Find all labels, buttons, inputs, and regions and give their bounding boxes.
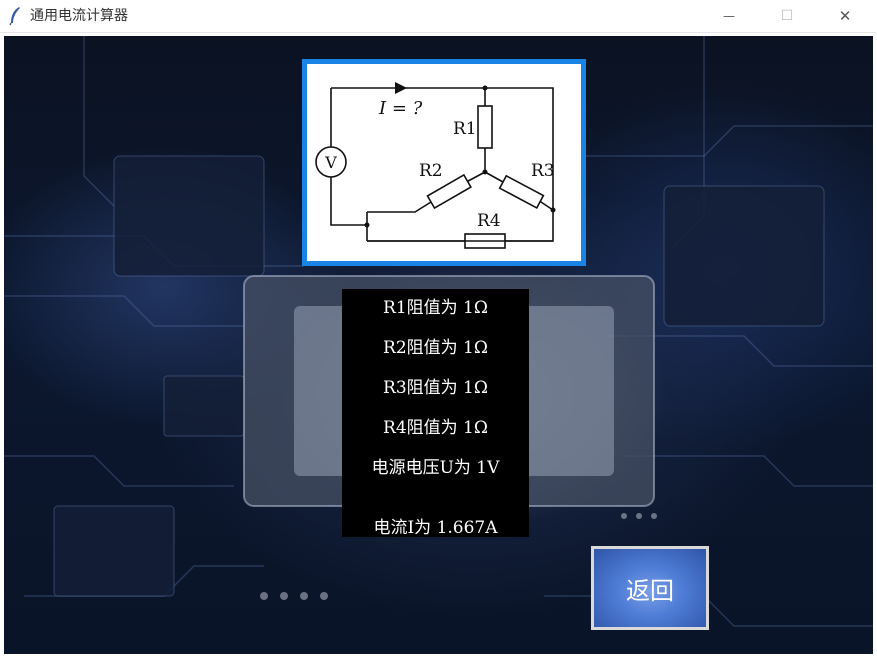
results-panel: R1阻值为 1Ω R2阻值为 1Ω R3阻值为 1Ω R4阻值为 1Ω 电源电压… xyxy=(342,289,529,538)
r2-resistance-text: R2阻值为 1Ω xyxy=(383,338,488,358)
close-icon: ✕ xyxy=(838,7,852,25)
voltmeter-label: V xyxy=(324,153,337,172)
title-bar: 通用电流计算器 — ☐ ✕ xyxy=(0,0,877,33)
back-button[interactable]: 返回 xyxy=(591,546,709,630)
window-title: 通用电流计算器 xyxy=(30,8,128,24)
maximize-icon: ☐ xyxy=(780,8,794,24)
back-button-label: 返回 xyxy=(626,576,674,605)
circuit-diagram-svg: V I = ? R1 R2 R3 R4 xyxy=(315,82,556,249)
r3-resistance-text: R3阻值为 1Ω xyxy=(383,378,488,398)
voltage-text: 电源电压U为 1V xyxy=(371,458,500,478)
r4-resistance-text: R4阻值为 1Ω xyxy=(383,418,488,438)
r3-label: R3 xyxy=(531,161,555,181)
r1-label: R1 xyxy=(453,119,477,139)
main-canvas: V I = ? R1 R2 R3 R4 R1阻值为 1Ω R2阻值为 1Ω R3… xyxy=(4,36,873,654)
r2-label: R2 xyxy=(419,161,443,181)
close-button[interactable]: ✕ xyxy=(822,0,868,32)
minimize-icon: — xyxy=(723,9,735,23)
r4-label: R4 xyxy=(477,211,501,231)
circuit-diagram: V I = ? R1 R2 R3 R4 xyxy=(302,59,586,266)
current-label: I = ? xyxy=(378,98,423,119)
maximize-button[interactable]: ☐ xyxy=(764,0,810,32)
minimize-button[interactable]: — xyxy=(706,0,752,32)
feather-icon xyxy=(9,7,20,26)
r1-resistance-text: R1阻值为 1Ω xyxy=(383,298,488,318)
current-result-text: 电流I为 1.667A xyxy=(373,518,498,538)
